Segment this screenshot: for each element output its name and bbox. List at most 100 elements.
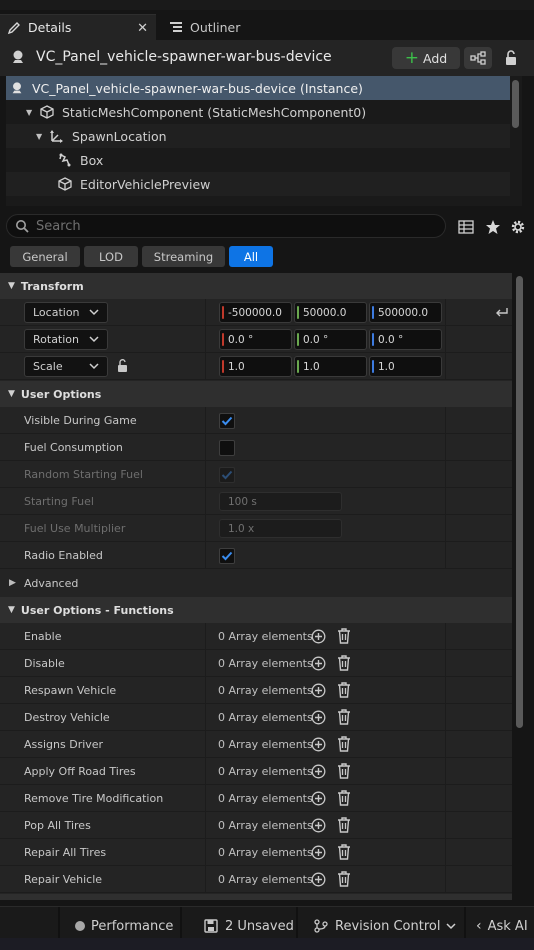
filter-lod[interactable]: LOD xyxy=(84,246,138,267)
trash-icon[interactable] xyxy=(337,871,351,890)
location-y-input[interactable]: 50000.0 xyxy=(294,302,367,323)
column-divider xyxy=(445,731,446,758)
add-element-icon[interactable] xyxy=(311,764,326,782)
column-divider xyxy=(445,299,446,326)
location-z-input[interactable]: 500000.0 xyxy=(369,302,442,323)
add-element-icon[interactable] xyxy=(311,656,326,674)
blueprint-button[interactable] xyxy=(464,47,492,69)
trash-icon[interactable] xyxy=(337,628,351,647)
add-element-icon[interactable] xyxy=(311,791,326,809)
tree-item-staticmesh[interactable]: ▼ StaticMeshComponent (StaticMeshCompone… xyxy=(6,100,510,124)
column-divider xyxy=(445,326,446,353)
array-count: 0 Array elements xyxy=(218,846,313,859)
chevron-left-icon: ‹ xyxy=(476,918,482,934)
rotation-x-input[interactable]: 0.0 ° xyxy=(219,329,292,350)
tree-scrollbar[interactable] xyxy=(512,80,519,128)
trash-icon[interactable] xyxy=(337,736,351,755)
column-divider xyxy=(205,299,206,326)
rotation-x-value: 0.0 ° xyxy=(228,333,254,346)
lock-icon[interactable] xyxy=(501,48,521,68)
add-component-button[interactable]: + Add xyxy=(392,47,460,69)
starting-fuel-input[interactable]: 100 s xyxy=(219,492,342,511)
visible-during-game-checkbox[interactable] xyxy=(219,413,235,429)
cube-icon xyxy=(40,105,54,119)
search-input[interactable]: Search xyxy=(6,214,446,238)
tab-outliner[interactable]: Outliner xyxy=(162,14,282,40)
rotation-z-input[interactable]: 0.0 ° xyxy=(369,329,442,350)
array-count: 0 Array elements xyxy=(218,657,313,670)
scale-x-input[interactable]: 1.0 xyxy=(219,356,292,377)
add-button-label: Add xyxy=(423,50,448,66)
row-visible-during-game: Visible During Game xyxy=(0,407,512,434)
expand-arrow-icon[interactable]: ▼ xyxy=(26,108,34,117)
trash-icon[interactable] xyxy=(337,844,351,863)
trash-icon[interactable] xyxy=(337,790,351,809)
section-user-options-functions[interactable]: ▼ User Options - Functions xyxy=(0,597,512,623)
tree-item-label: SpawnLocation xyxy=(72,128,167,144)
row-scale: Scale 1.0 1.0 1.0 xyxy=(0,353,512,380)
section-user-options[interactable]: ▼ User Options xyxy=(0,381,512,407)
tree-item-editorvehiclepreview[interactable]: EditorVehiclePreview xyxy=(6,172,510,196)
details-scrollbar[interactable] xyxy=(516,276,523,728)
unlock-icon[interactable] xyxy=(116,359,130,376)
trash-icon[interactable] xyxy=(337,763,351,782)
row-radio-enabled: Radio Enabled xyxy=(0,542,512,569)
section-title: User Options xyxy=(20,387,102,401)
rotation-y-input[interactable]: 0.0 ° xyxy=(294,329,367,350)
fuel-consumption-checkbox[interactable] xyxy=(219,440,235,456)
rotation-y-value: 0.0 ° xyxy=(303,333,329,346)
advanced-expander[interactable]: ▶ Advanced xyxy=(0,570,512,596)
add-element-icon[interactable] xyxy=(311,710,326,728)
axis-x-marker xyxy=(222,333,224,346)
scale-z-value: 1.0 xyxy=(378,360,395,373)
advanced-label: Advanced xyxy=(24,577,79,590)
rotation-mode-dropdown[interactable]: Rotation xyxy=(24,329,108,350)
column-divider xyxy=(205,434,206,461)
filter-general[interactable]: General xyxy=(10,246,80,267)
property-label: Fuel Use Multiplier xyxy=(24,522,126,535)
actor-icon xyxy=(10,49,26,65)
scale-z-input[interactable]: 1.0 xyxy=(369,356,442,377)
scale-mode-dropdown[interactable]: Scale xyxy=(24,356,108,377)
trash-icon[interactable] xyxy=(337,682,351,701)
add-element-icon[interactable] xyxy=(311,629,326,647)
trash-icon[interactable] xyxy=(337,655,351,674)
column-divider xyxy=(205,515,206,542)
filter-all[interactable]: All xyxy=(229,246,273,267)
reset-arrow-icon[interactable] xyxy=(495,305,509,322)
radio-enabled-checkbox[interactable] xyxy=(219,548,235,564)
property-label: Visible During Game xyxy=(24,414,137,427)
property-label: Radio Enabled xyxy=(24,549,103,562)
add-element-icon[interactable] xyxy=(311,737,326,755)
add-element-icon[interactable] xyxy=(311,683,326,701)
property-label: Random Starting Fuel xyxy=(24,468,143,481)
tree-item-spawnlocation[interactable]: ▼ SpawnLocation xyxy=(6,124,510,148)
filter-streaming[interactable]: Streaming xyxy=(142,246,225,267)
column-divider xyxy=(205,542,206,569)
tab-details[interactable]: Details ✕ xyxy=(0,14,156,40)
table-view-icon[interactable] xyxy=(457,218,475,236)
random-starting-fuel-checkbox[interactable] xyxy=(219,467,235,483)
tree-item-box[interactable]: Box xyxy=(6,148,510,172)
details-panel: ▼ Transform Location -500000.0 50000.0 5… xyxy=(0,273,512,900)
gear-icon[interactable] xyxy=(509,218,527,236)
add-element-icon[interactable] xyxy=(311,845,326,863)
trash-icon[interactable] xyxy=(337,709,351,728)
trash-icon[interactable] xyxy=(337,817,351,836)
row-random-starting-fuel: Random Starting Fuel xyxy=(0,461,512,488)
star-icon[interactable] xyxy=(484,218,502,236)
close-icon[interactable]: ✕ xyxy=(137,21,148,36)
fuel-use-multiplier-input[interactable]: 1.0 x xyxy=(219,519,342,538)
scale-y-input[interactable]: 1.0 xyxy=(294,356,367,377)
add-element-icon[interactable] xyxy=(311,818,326,836)
performance-label: Performance xyxy=(91,918,174,934)
location-mode-dropdown[interactable]: Location xyxy=(24,302,108,323)
tree-item-instance[interactable]: VC_Panel_vehicle-spawner-war-bus-device … xyxy=(6,76,510,100)
add-element-icon[interactable] xyxy=(311,872,326,890)
function-row: Assigns Driver 0 Array elements xyxy=(0,731,512,758)
function-row: Repair Vehicle 0 Array elements xyxy=(0,866,512,893)
expand-arrow-icon[interactable]: ▼ xyxy=(36,132,44,141)
section-transform[interactable]: ▼ Transform xyxy=(0,273,512,299)
column-divider xyxy=(445,434,446,461)
location-x-input[interactable]: -500000.0 xyxy=(219,302,292,323)
